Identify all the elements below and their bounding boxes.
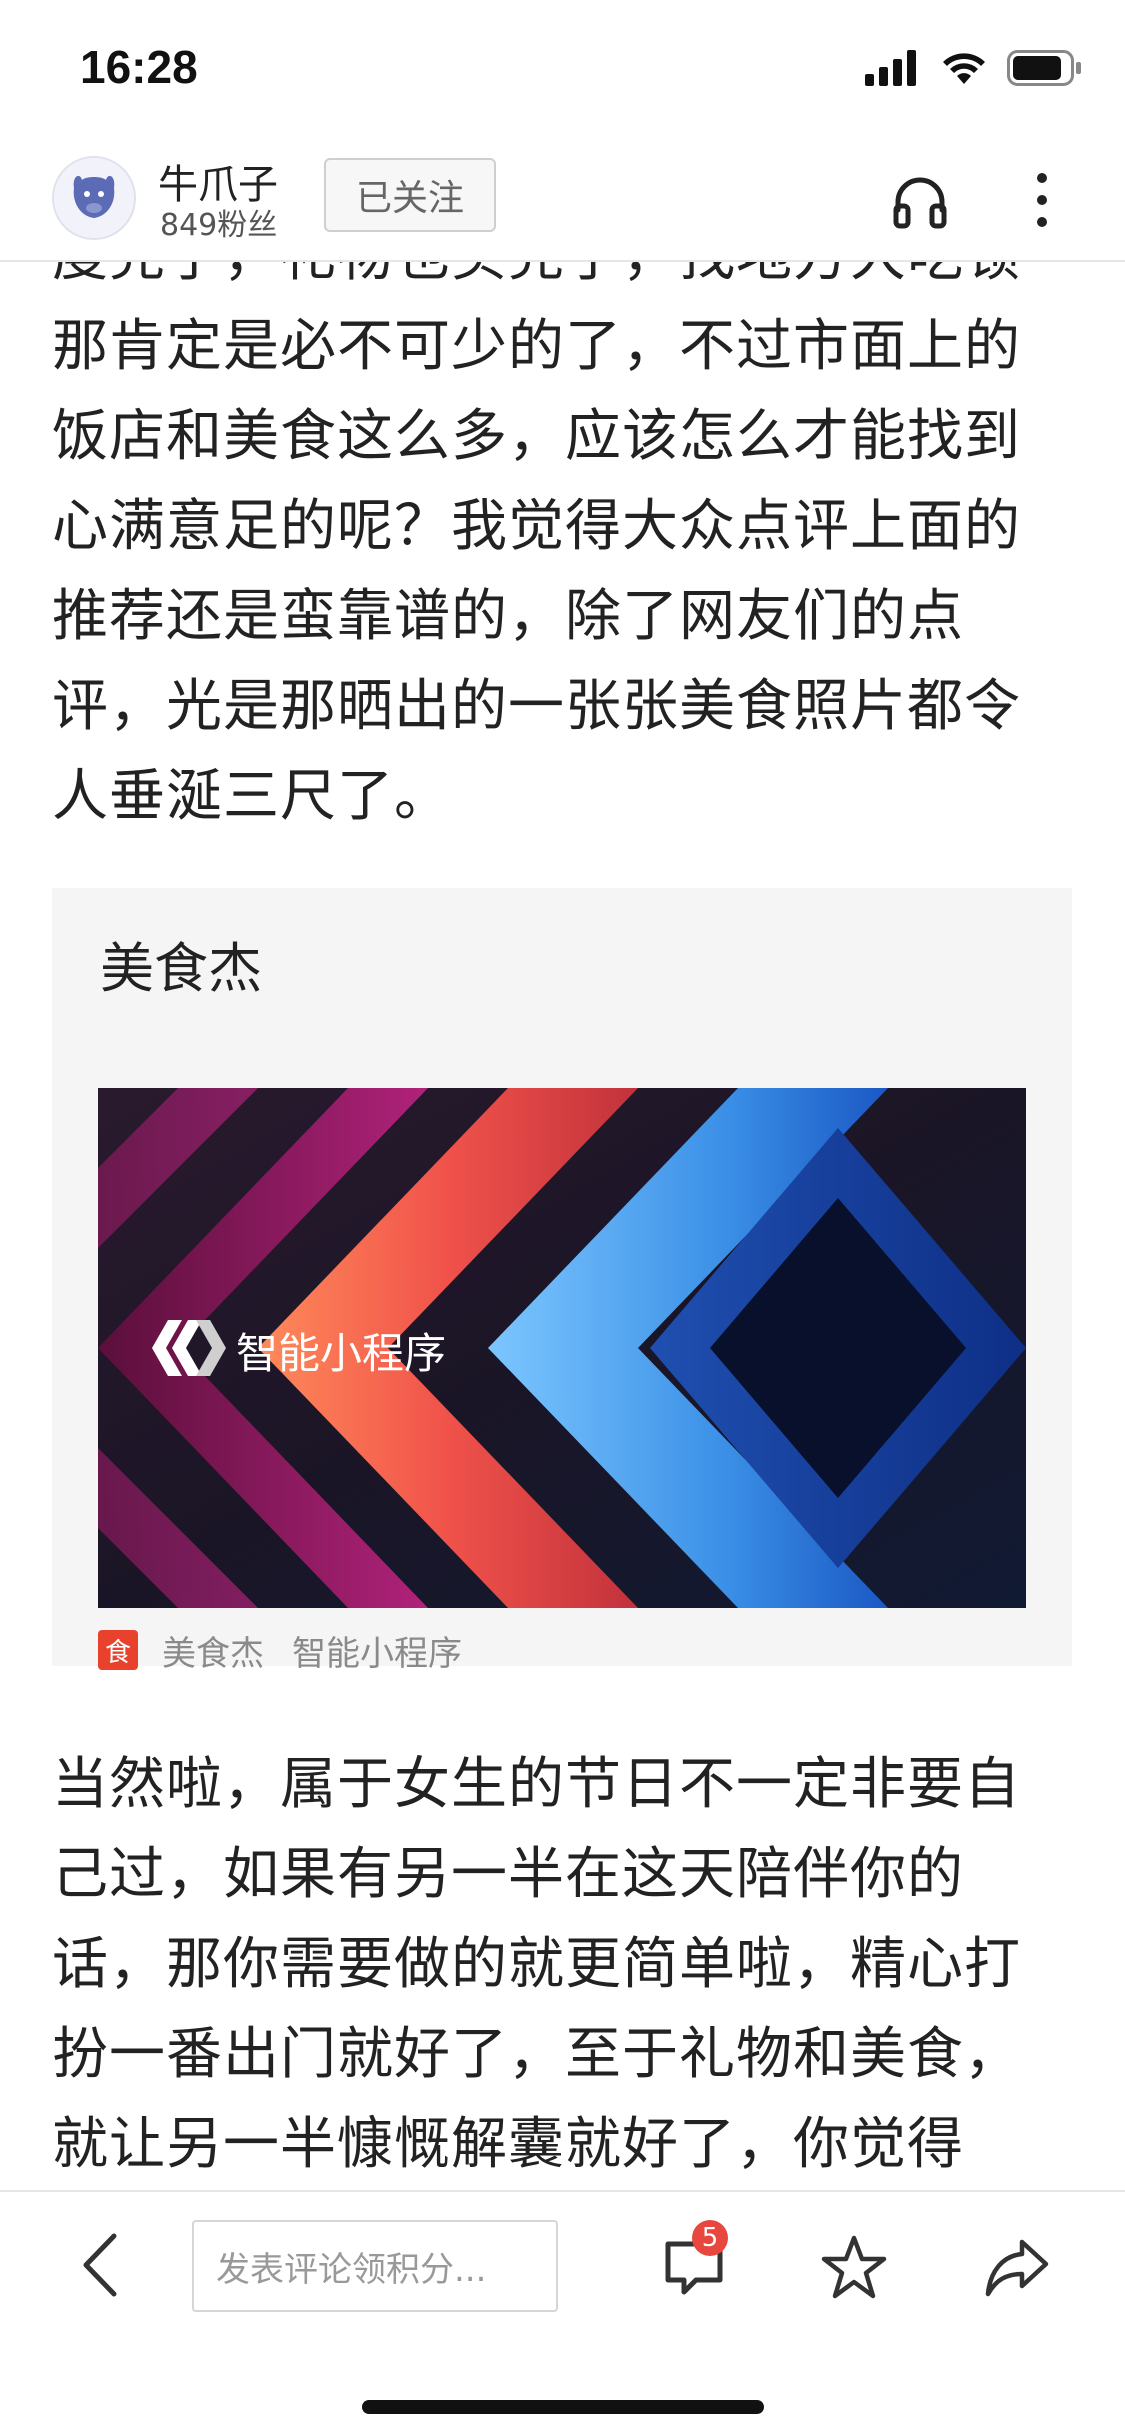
- article-paragraph: 度完了，礼物也买完了，找地方大吃顿那肯定是必不可少的了，不过市面上的饭店和美食这…: [52, 240, 1021, 829]
- meishijie-logo-icon: 食: [98, 1630, 138, 1670]
- comment-input[interactable]: 发表评论领积分...: [192, 2220, 558, 2312]
- mini-program-card[interactable]: 美食杰 智能小程序 食 美食杰 智能小程序: [52, 888, 1072, 1674]
- battery-icon: [1007, 50, 1081, 86]
- avatar[interactable]: [52, 156, 136, 240]
- card-footer: 食 美食杰 智能小程序: [98, 1628, 490, 1674]
- wifi-icon: [943, 53, 985, 84]
- card-footer-name: 美食杰: [162, 1633, 264, 1674]
- back-icon[interactable]: [78, 2230, 122, 2300]
- home-indicator: [362, 2400, 764, 2414]
- article-page: 16:28 度完了，礼物也买完了，找地方大吃顿那肯定是必不可少的了，不过市面上的…: [0, 0, 1125, 2436]
- card-banner[interactable]: 智能小程序: [98, 1088, 1026, 1608]
- article-body: 度完了，礼物也买完了，找地方大吃顿那肯定是必不可少的了，不过市面上的饭店和美食这…: [0, 240, 1125, 2190]
- banner-label: 智能小程序: [236, 1329, 447, 1378]
- bottom-action-bar: 发表评论领积分... 5: [0, 2190, 1125, 2436]
- cellular-signal-icon: [865, 50, 916, 86]
- card-footer-type: 智能小程序: [292, 1633, 462, 1674]
- more-vertical-icon[interactable]: [1030, 168, 1054, 232]
- status-bar: 16:28: [0, 0, 1125, 140]
- headphones-icon[interactable]: [888, 170, 952, 234]
- comment-count-badge: 5: [692, 2220, 728, 2256]
- status-icons: [865, 50, 1083, 86]
- star-icon[interactable]: [820, 2234, 888, 2302]
- share-icon[interactable]: [982, 2234, 1052, 2300]
- ox-avatar-icon: [54, 158, 134, 238]
- status-time: 16:28: [80, 41, 198, 93]
- card-title: 美食杰: [100, 937, 262, 1000]
- article-paragraph: 当然啦，属于女生的节日不一定非要自己过，如果有另一半在这天陪伴你的话，那你需要做…: [52, 1752, 1021, 2177]
- author-fans-count: 849粉丝: [160, 208, 278, 243]
- article-header: 牛爪子 849粉丝 已关注: [0, 140, 1125, 262]
- follow-button[interactable]: 已关注: [324, 158, 496, 232]
